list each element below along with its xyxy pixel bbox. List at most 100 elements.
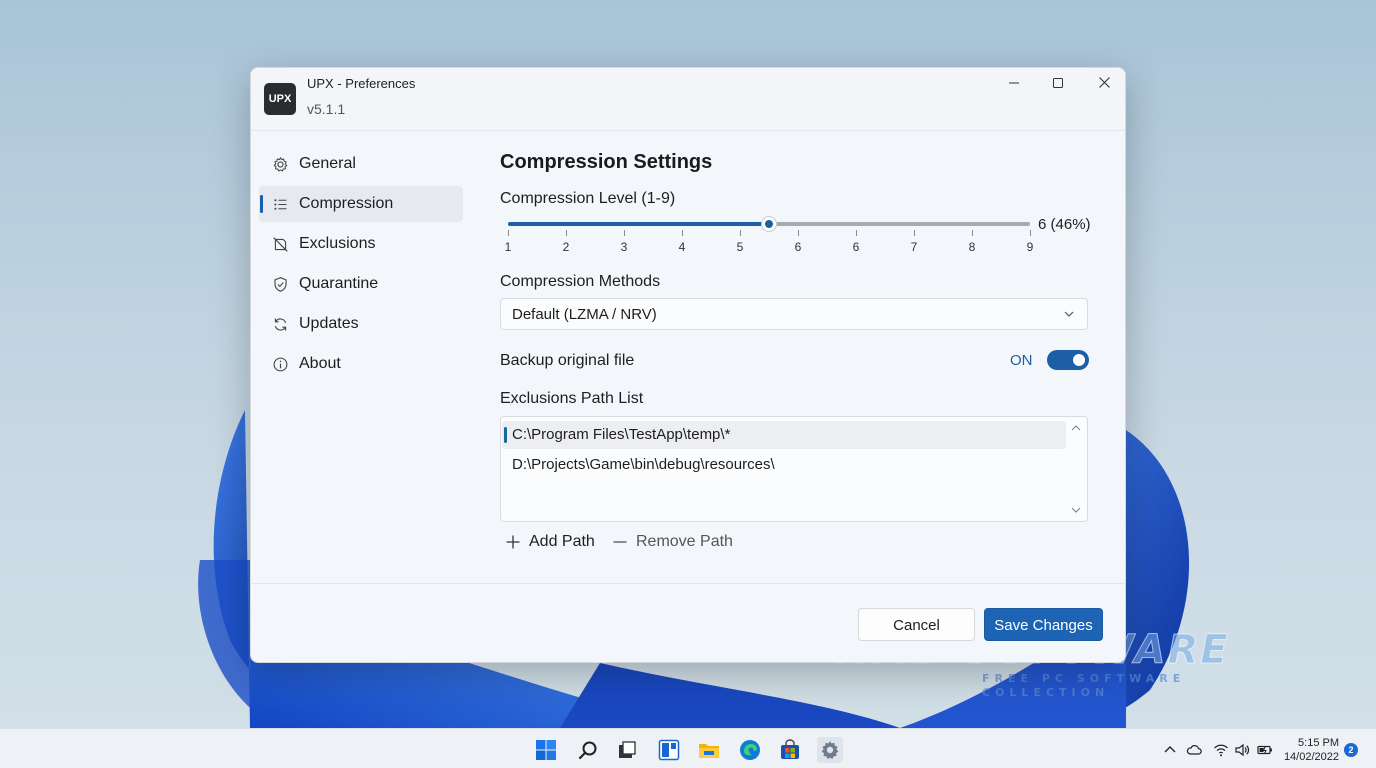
minimize-button[interactable] (991, 68, 1037, 98)
sidebar-item-label: Compression (299, 195, 394, 212)
chevron-up-icon[interactable] (1162, 742, 1178, 758)
scroll-down-icon[interactable] (1071, 505, 1081, 515)
tick-label: 7 (910, 240, 918, 254)
tick-mark (855, 230, 857, 236)
tick-label: 2 (562, 240, 570, 254)
slider-tick: 4 (672, 230, 692, 254)
search-button[interactable] (575, 737, 601, 763)
refresh-icon (271, 315, 289, 333)
add-path-label: Add Path (529, 533, 595, 550)
tick-mark (739, 230, 741, 236)
tick-label: 8 (968, 240, 976, 254)
tick-label: 3 (620, 240, 628, 254)
tick-label: 9 (1026, 240, 1034, 254)
sidebar-item-about[interactable]: About (259, 346, 463, 382)
store-icon (781, 739, 799, 759)
windows-start-icon (536, 740, 556, 760)
slider-tick: 8 (962, 230, 982, 254)
tick-label: 6 (852, 240, 860, 254)
widgets-button[interactable] (656, 737, 682, 763)
list-item[interactable]: C:\Program Files\TestApp\temp\* (502, 421, 1066, 449)
exclusions-label: Exclusions Path List (500, 390, 644, 407)
close-icon (1098, 77, 1110, 88)
title-bar[interactable]: UPX UPX - Preferences v5.1.1 (251, 68, 1125, 131)
minimize-icon (1009, 82, 1019, 84)
tick-label: 4 (678, 240, 686, 254)
page-title: Compression Settings (500, 151, 713, 173)
add-path-button[interactable]: Add Path (506, 530, 595, 554)
file-explorer-button[interactable] (696, 737, 722, 763)
clock-time: 5:15 PM (1298, 737, 1339, 749)
slider-tick: 9 (1020, 230, 1040, 254)
compression-methods-label: Compression Methods (500, 273, 661, 290)
cloud-icon[interactable] (1186, 742, 1202, 758)
sidebar-item-label: General (299, 155, 356, 172)
file-explorer-icon (699, 744, 719, 758)
close-button[interactable] (1081, 68, 1125, 98)
search-icon (578, 741, 597, 760)
store-button[interactable] (777, 737, 803, 763)
tick-label: 1 (504, 240, 512, 254)
minus-icon (613, 541, 627, 543)
settings-icon (821, 741, 839, 759)
exclusions-list[interactable]: C:\Program Files\TestApp\temp\* D:\Proje… (500, 416, 1088, 522)
compression-level-value: 6 (46%) (1038, 216, 1091, 233)
cancel-button[interactable]: Cancel (858, 608, 975, 641)
slider-fill (508, 222, 769, 226)
exclusion-icon (271, 235, 289, 253)
tick-mark (1029, 230, 1031, 236)
list-item[interactable]: D:\Projects\Game\bin\debug\resources\ (502, 451, 1066, 479)
compression-level-slider[interactable] (508, 216, 1030, 232)
tick-mark (797, 230, 799, 236)
clock-date: 14/02/2022 (1283, 751, 1339, 763)
compression-level-label: Compression Level (1-9) (500, 190, 676, 207)
plus-icon (506, 535, 520, 549)
sidebar-item-label: About (299, 355, 341, 372)
notification-badge[interactable]: 2 (1344, 743, 1358, 757)
app-logo: UPX (264, 83, 296, 115)
sidebar-item-general[interactable]: General (259, 146, 463, 182)
volume-icon[interactable] (1234, 742, 1250, 758)
tick-mark (623, 230, 625, 236)
slider-tick: 5 (730, 230, 750, 254)
task-view-button[interactable] (614, 737, 640, 763)
maximize-icon (1053, 78, 1063, 88)
tick-mark (565, 230, 567, 236)
slider-tick: 6 (788, 230, 808, 254)
sidebar-item-compression[interactable]: Compression (259, 186, 463, 222)
scroll-up-icon[interactable] (1071, 423, 1081, 433)
slider-tick: 2 (556, 230, 576, 254)
tick-mark (971, 230, 973, 236)
chevron-down-icon (1064, 311, 1074, 317)
app-version: v5.1.1 (307, 101, 346, 117)
edge-button[interactable] (737, 737, 763, 763)
sidebar-item-exclusions[interactable]: Exclusions (259, 226, 463, 262)
sidebar-item-quarantine[interactable]: Quarantine (259, 266, 463, 302)
widgets-icon (658, 739, 680, 761)
sidebar: General Compression Exclusions Quarantin… (259, 146, 463, 386)
toggle-knob (1073, 354, 1085, 366)
remove-path-label: Remove Path (636, 533, 733, 550)
backup-toggle[interactable] (1047, 350, 1089, 370)
sidebar-item-label: Updates (299, 315, 359, 332)
sidebar-item-updates[interactable]: Updates (259, 306, 463, 342)
compression-methods-dropdown[interactable]: Default (LZMA / NRV) (500, 298, 1088, 330)
save-changes-button[interactable]: Save Changes (984, 608, 1103, 641)
start-button[interactable] (533, 737, 559, 763)
window-title: UPX - Preferences (307, 76, 416, 91)
shield-icon (271, 275, 289, 293)
tick-mark (507, 230, 509, 236)
list-icon (271, 195, 289, 213)
battery-icon[interactable] (1257, 742, 1273, 758)
wifi-icon[interactable] (1213, 742, 1229, 758)
remove-path-button[interactable]: Remove Path (613, 530, 733, 554)
tick-label: 6 (794, 240, 802, 254)
taskbar-clock[interactable]: 5:15 PM 14/02/2022 (1283, 736, 1339, 764)
tick-label: 5 (736, 240, 744, 254)
settings-button[interactable] (817, 737, 843, 763)
slider-ticks: 1 2 3 4 5 6 6 7 8 9 (505, 230, 1033, 258)
info-icon (271, 355, 289, 373)
slider-tick: 6 (846, 230, 866, 254)
task-view-icon (619, 741, 636, 758)
maximize-button[interactable] (1035, 68, 1081, 98)
